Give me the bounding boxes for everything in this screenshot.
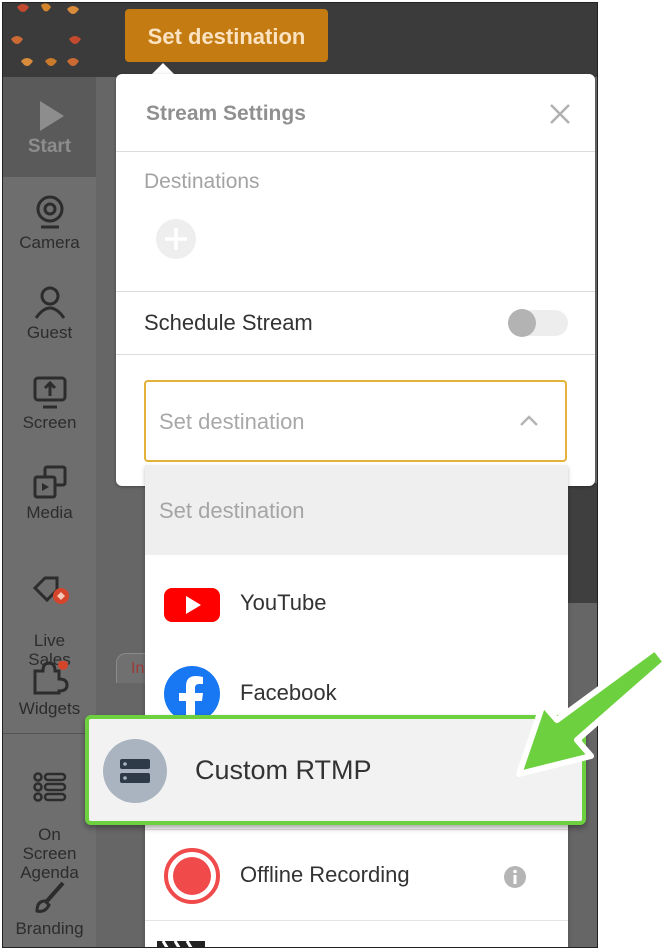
set-destination-button[interactable]: Set destination [125,9,328,62]
divider [116,291,595,292]
destination-select[interactable]: Set destination [144,380,567,462]
add-destination-button[interactable] [156,219,196,259]
stage-preview [563,483,597,603]
sidebar-item-live-sales[interactable]: Live Sales [3,555,96,669]
sidebar-item-label: Media [26,503,73,522]
sidebar-item-label: Branding [15,919,84,938]
divider [145,920,568,921]
sidebar-item-label: Camera [19,233,80,252]
sidebar-item-label: Guest [26,323,73,342]
stream-settings-panel: Stream Settings Destinations Schedule St… [116,74,595,486]
sales-tag-icon [32,576,69,604]
close-icon[interactable] [548,102,572,126]
sidebar-item-screen[interactable]: Screen [3,375,96,432]
option-offline-recording[interactable]: Offline Recording [145,829,568,921]
person-icon [34,286,65,319]
toggle-knob [508,309,536,337]
logo-icon [11,3,81,66]
agenda-list-icon [32,772,66,802]
sidebar-item-media[interactable]: Media [3,465,96,522]
option-youtube[interactable]: YouTube [145,557,568,649]
option-label: Custom RTMP [195,755,372,785]
schedule-stream-label: Schedule Stream [144,310,313,335]
sidebar-item-branding[interactable]: Branding [3,881,96,938]
panel-title: Stream Settings [146,102,306,125]
info-icon[interactable] [503,865,527,889]
clapperboard-icon [145,933,205,947]
dropdown-placeholder-option[interactable]: Set destination [145,465,568,555]
sidebar-divider [3,733,96,734]
schedule-stream-toggle[interactable] [508,309,568,337]
sidebar-item-start[interactable]: Start [3,77,96,177]
screen-share-icon [33,376,66,409]
sidebar-item-label: Screen [22,413,77,432]
option-label: Offline Recording [240,862,410,887]
option-label: Set destination [159,498,305,523]
sidebar-item-on-screen-agenda[interactable]: On Screen Agenda [3,753,96,882]
top-bar: Set destination [3,3,597,77]
paintbrush-icon [34,881,64,913]
puzzle-icon [33,661,69,695]
sidebar-item-label: On Screen Agenda [20,825,79,882]
sidebar-item-guest[interactable]: Guest [3,285,96,342]
sidebar-item-widgets[interactable]: Widgets [3,661,96,718]
youtube-icon [164,588,220,622]
divider [116,354,595,355]
app-window: Set destination Start Camera Guest Scree… [2,2,598,948]
webcam-icon [36,195,63,229]
destinations-label: Destinations [144,170,260,193]
plus-icon [165,228,187,250]
sidebar: Start Camera Guest Screen Media Live Sal… [3,77,96,947]
record-icon [164,848,220,904]
chevron-up-icon [520,415,538,426]
annotation-arrow-icon [516,645,669,777]
server-icon [103,739,167,803]
media-icon [33,465,66,499]
play-icon [39,101,64,131]
option-label: YouTube [240,590,327,615]
sidebar-item-label: Widgets [18,699,81,718]
sidebar-item-label: Start [27,136,72,157]
select-value: Set destination [159,409,305,434]
divider [116,151,595,152]
sidebar-item-camera[interactable]: Camera [3,195,96,252]
option-label: Facebook [240,680,337,705]
